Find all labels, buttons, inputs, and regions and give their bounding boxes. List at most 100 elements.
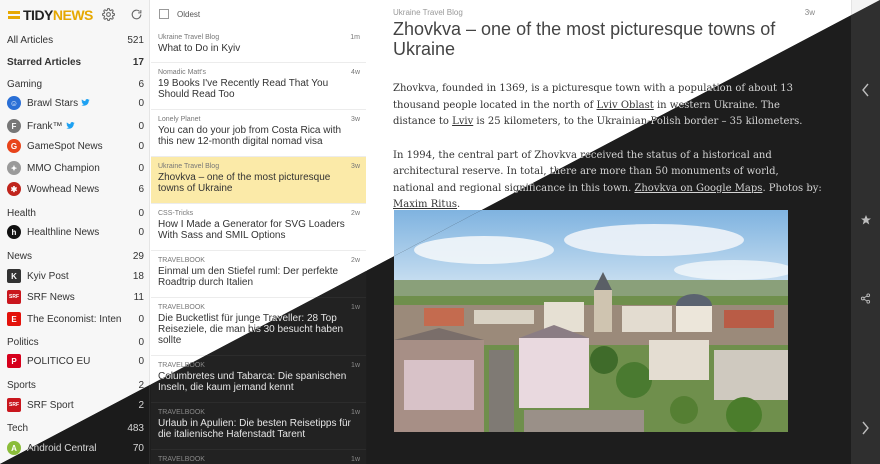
list-item[interactable]: TRAVELBOOK 1wUrlaub in Apulien: Die beste… [151, 403, 366, 450]
item-title: You can do your job from Costa Rica with… [158, 125, 342, 147]
sidebar-feed[interactable]: P POLITICO EU 0 [0, 351, 150, 371]
item-title: Columbretes und Tabarca: Die spanischen … [158, 371, 347, 393]
unread-count: 6 [138, 78, 144, 90]
unread-count: 0 [138, 140, 144, 152]
item-title: How I Made a Generator for SVG Loaders W… [158, 219, 345, 241]
unread-count: 0 [138, 336, 144, 348]
refresh-icon[interactable] [129, 7, 143, 21]
link-lviv[interactable]: Lviv [452, 116, 473, 127]
right-rail [851, 0, 880, 464]
chevron-right-icon[interactable] [851, 418, 880, 438]
sidebar-feed[interactable]: G GameSpot News 0 [0, 136, 150, 156]
link-lviv-oblast[interactable]: Lviv Oblast [597, 100, 654, 111]
chevron-left-icon[interactable] [851, 80, 880, 100]
reader-age: 3w [804, 8, 815, 17]
unread-count: 0 [138, 97, 144, 109]
item-age: 1w [351, 362, 360, 369]
kyiv-post-icon: K [7, 269, 21, 283]
unread-count: 521 [127, 34, 144, 46]
sidebar-row-label: Sports [7, 379, 36, 391]
reader-source[interactable]: Ukraine Travel Blog [393, 8, 463, 17]
item-source: Ukraine Travel Blog [158, 34, 220, 41]
item-age: 1w [351, 304, 360, 311]
list-header: Oldest [151, 0, 366, 28]
list-item[interactable]: Ukraine Travel Blog 1m What to Do in Kyiv [151, 28, 366, 63]
sidebar-row-label: GameSpot News [27, 140, 103, 152]
unread-count: 18 [132, 270, 144, 282]
item-age: 2w [351, 257, 360, 264]
srf-icon: SRF [7, 290, 21, 304]
sidebar-feed[interactable]: ✱ Wowhead News 6 [0, 179, 150, 199]
link-google-maps[interactable]: Zhovkva on Google Maps [634, 183, 762, 194]
list-item[interactable]: TRAVELBOOK 1w [151, 450, 366, 464]
item-source: TRAVELBOOK [158, 409, 205, 416]
sort-checkbox[interactable] [159, 9, 169, 19]
list-item[interactable]: CSS-Tricks 2w How I Made a Generator for S… [151, 204, 366, 251]
item-source: Lonely Planet [158, 116, 201, 123]
article-photo [394, 210, 788, 432]
sidebar-row-label: Healthline News [27, 226, 100, 238]
economist-icon: E [7, 312, 21, 326]
sidebar-row-label: Health [7, 207, 36, 219]
share-icon[interactable] [851, 288, 880, 308]
link-photographer[interactable]: Maxim Ritus [393, 199, 457, 210]
unread-count: 0 [138, 120, 144, 132]
item-title: Zhovkva – one of the most picturesque to… [158, 172, 331, 194]
sidebar-feed[interactable]: K Kyiv Post 18 [0, 266, 150, 286]
sidebar: TIDYNEWS All Articles 521 Starred Articles… [0, 0, 150, 464]
logo-icon [8, 9, 20, 21]
list-item[interactable]: Nomadic Matt's 4w 19 Books I've Recently R… [151, 63, 366, 110]
politico-icon: P [7, 354, 21, 368]
sidebar-group[interactable]: News 29 [0, 246, 150, 266]
item-age: 1w [351, 456, 360, 463]
sidebar-row-label: All Articles [7, 34, 54, 46]
gear-icon[interactable] [101, 7, 115, 21]
wowhead-icon: ✱ [7, 182, 21, 196]
sidebar-row-label: News [7, 250, 33, 262]
sidebar-item[interactable]: All Articles 521 [0, 30, 150, 50]
sidebar-feed[interactable]: ☺ Brawl Stars 0 [0, 93, 150, 113]
item-source: TRAVELBOOK [158, 304, 205, 311]
sidebar-group[interactable]: Gaming 6 [0, 74, 150, 94]
unread-count: 17 [132, 56, 144, 68]
item-age: 3w [351, 116, 360, 123]
unread-count: 70 [132, 442, 144, 454]
sidebar-row-label: Politics [7, 336, 39, 348]
sidebar-group[interactable]: Sports2 [0, 375, 150, 395]
unread-count: 6 [138, 183, 144, 195]
sidebar-row-label: Kyiv Post [27, 270, 69, 282]
sidebar-row-label: The Economist: Inten [27, 313, 122, 325]
unread-count: 29 [132, 250, 144, 262]
unread-count: 0 [138, 313, 144, 325]
app-logo: TIDYNEWS [8, 7, 93, 23]
sidebar-feed[interactable]: ✦ MMO Champion 0 [0, 158, 150, 178]
item-title: Urlaub in Apulien: Die besten Reisetipps… [158, 418, 351, 440]
sidebar-feed[interactable]: E The Economist: Inten 0 [0, 309, 150, 329]
sidebar-row-label: Brawl Stars [27, 97, 79, 109]
unread-count: 2 [138, 399, 144, 411]
sidebar-feed[interactable]: h Healthline News 0 [0, 222, 150, 242]
sidebar-feed[interactable]: SRF SRF News 11 [0, 287, 150, 307]
item-source: CSS-Tricks [158, 210, 194, 217]
unread-count: 11 [133, 291, 144, 303]
star-icon[interactable] [851, 210, 880, 230]
list-item-selected[interactable]: Ukraine Travel Blog 3w Zhovkva – one of th… [151, 157, 366, 204]
sort-label[interactable]: Oldest [177, 10, 200, 19]
sidebar-row-label: POLITICO EU [27, 355, 91, 367]
item-age: 1m [350, 34, 360, 41]
mmo-champion-icon: ✦ [7, 161, 21, 175]
sidebar-row-label: Gaming [7, 78, 43, 90]
item-source: Ukraine Travel Blog [158, 163, 220, 170]
twitter-icon [81, 98, 90, 109]
sidebar-item[interactable]: Starred Articles 17 [0, 52, 150, 72]
item-age: 4w [351, 69, 360, 76]
reader-title[interactable]: Zhovkva – one of the most picturesque to… [393, 19, 813, 59]
item-source: TRAVELBOOK [158, 456, 205, 463]
android-central-icon: A [7, 441, 21, 455]
unread-count: 0 [138, 162, 144, 174]
sidebar-group[interactable]: Politics 0 [0, 332, 150, 352]
item-age: 1w [351, 409, 360, 416]
sidebar-feed[interactable]: F Frank™ 0 [0, 116, 150, 136]
list-item[interactable]: Lonely Planet 3w You can do your job from … [151, 110, 366, 157]
sidebar-group[interactable]: Health 0 [0, 203, 150, 223]
